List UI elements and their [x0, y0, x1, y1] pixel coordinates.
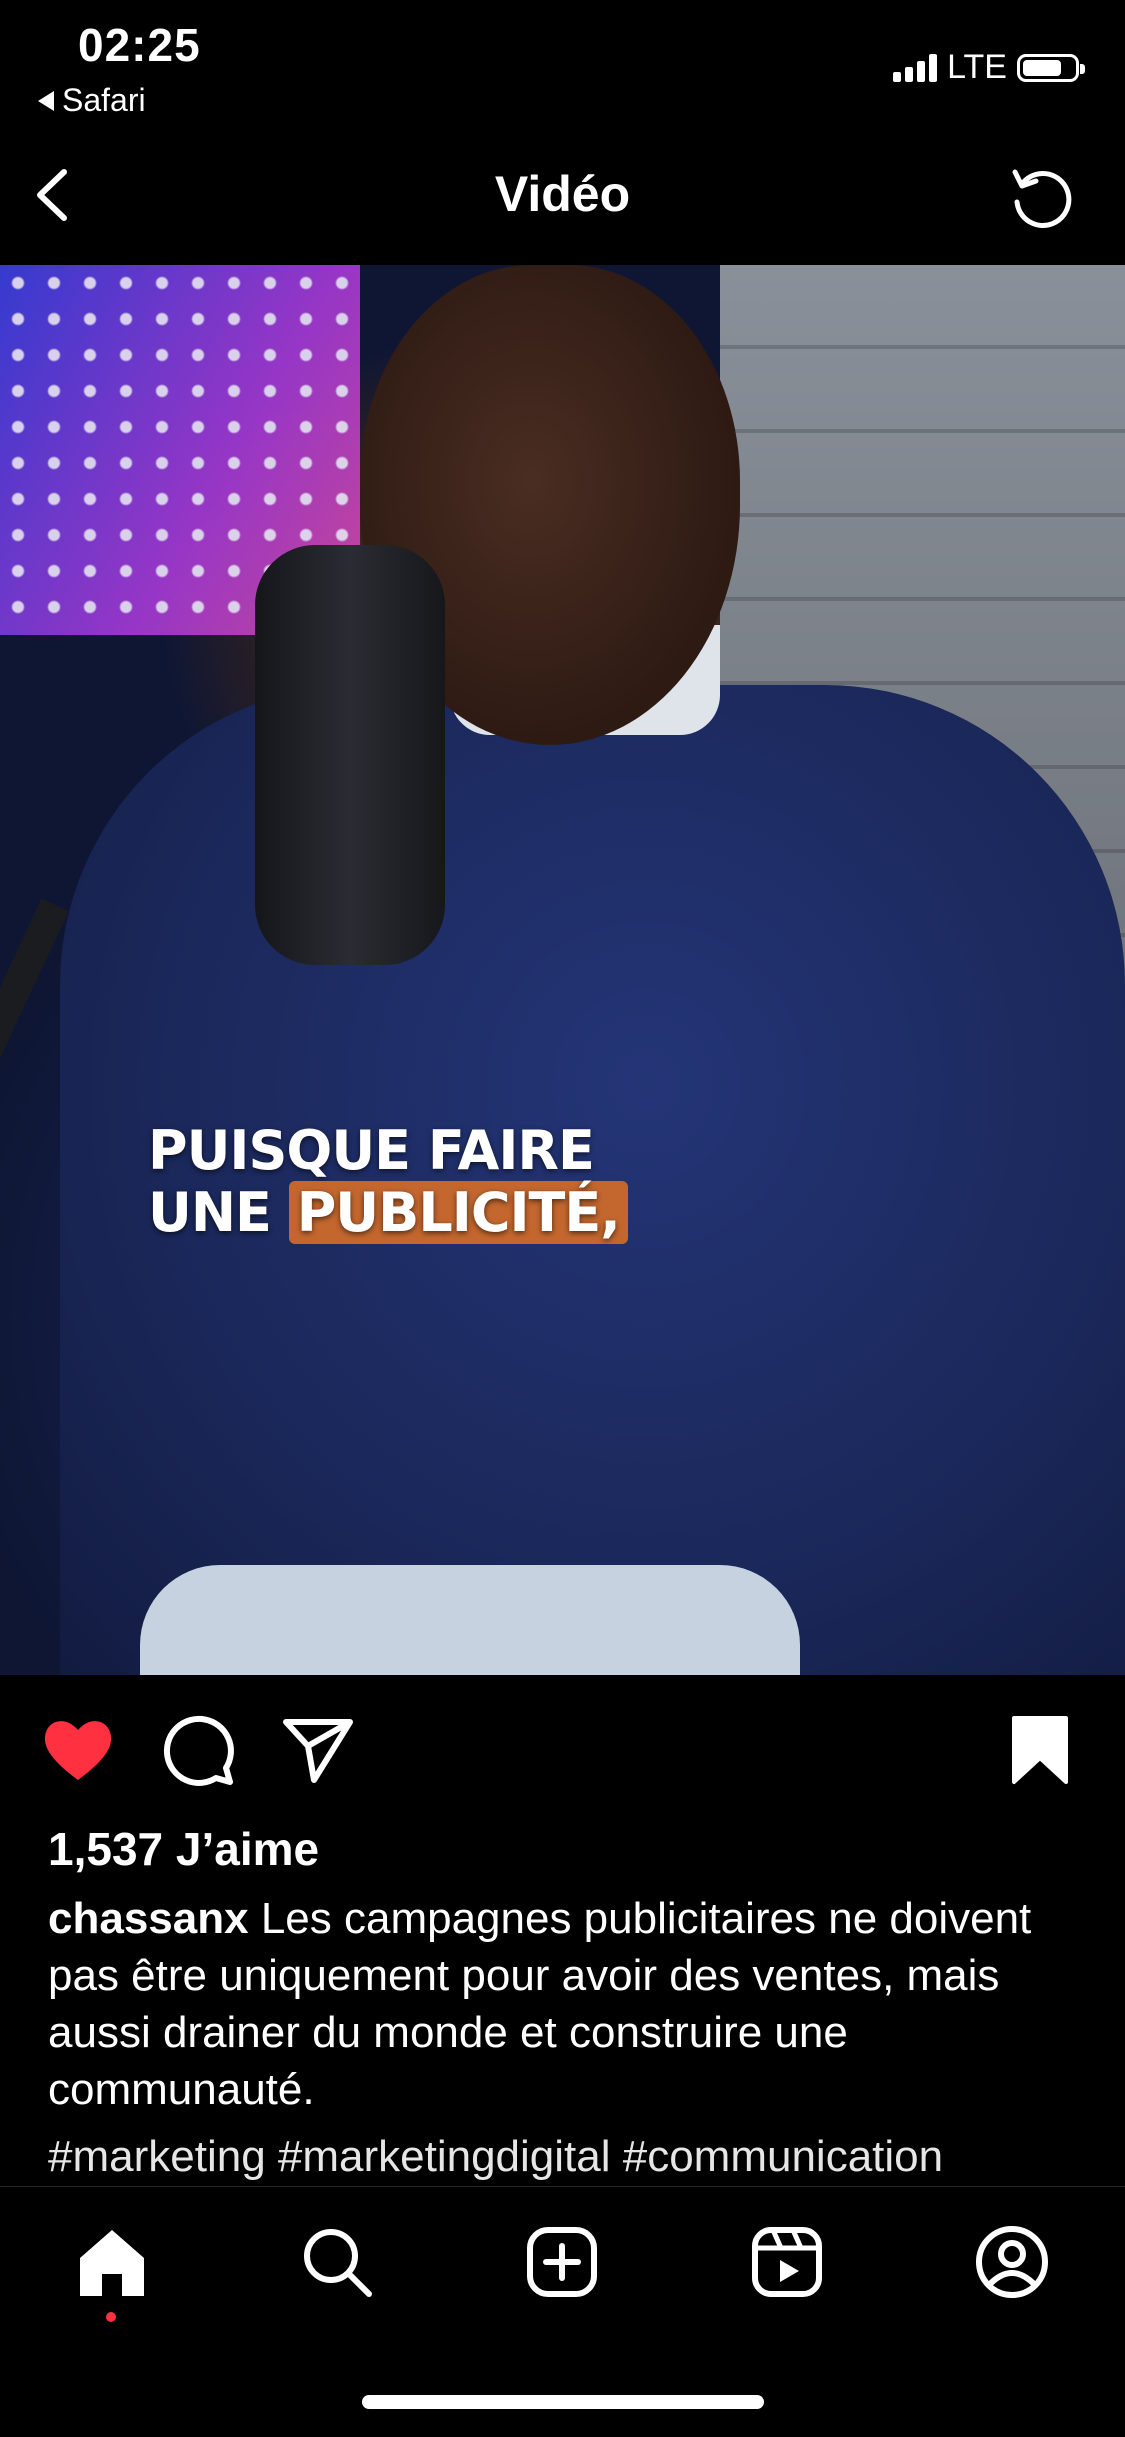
- network-label: LTE: [947, 48, 1007, 86]
- subtitle-line-2: UNE PUBLICITÉ,: [148, 1181, 628, 1244]
- caption-username[interactable]: chassanx: [48, 1894, 249, 1943]
- home-icon[interactable]: [72, 2222, 152, 2302]
- person-pants: [140, 1565, 800, 1675]
- mic-arm: [0, 898, 69, 1564]
- battery-icon: [1017, 53, 1085, 82]
- bookmark-filled-icon[interactable]: [1000, 1710, 1080, 1790]
- home-active-dot: [106, 2312, 116, 2322]
- video-player[interactable]: PUISQUE FAIRE UNE PUBLICITÉ,: [0, 265, 1125, 1675]
- post-caption: chassanx Les campagnes publicitaires ne …: [48, 1890, 1088, 2118]
- back-to-app-link[interactable]: Safari: [38, 82, 146, 119]
- signal-icon: [893, 53, 938, 82]
- refresh-icon[interactable]: [1005, 162, 1075, 232]
- heart-filled-icon[interactable]: [38, 1710, 118, 1790]
- status-time: 02:25: [78, 19, 201, 71]
- profile-icon[interactable]: [972, 2222, 1052, 2302]
- video-subtitle: PUISQUE FAIRE UNE PUBLICITÉ,: [148, 1120, 628, 1244]
- post-hashtags[interactable]: #marketing #marketingdigital #communicat…: [48, 2128, 943, 2185]
- back-triangle-icon: [38, 90, 54, 111]
- page-title: Vidéo: [494, 166, 631, 222]
- home-indicator[interactable]: [362, 2395, 764, 2409]
- comment-icon[interactable]: [158, 1710, 238, 1790]
- send-icon[interactable]: [278, 1710, 358, 1790]
- subtitle-line-1: PUISQUE FAIRE: [148, 1119, 595, 1182]
- back-app-label: Safari: [62, 82, 146, 118]
- subtitle-highlight: PUBLICITÉ,: [288, 1181, 628, 1244]
- reels-icon[interactable]: [747, 2222, 827, 2302]
- microphone: [255, 545, 445, 965]
- plus-square-icon[interactable]: [522, 2222, 602, 2302]
- likes-count[interactable]: 1,537 J’aime: [48, 1822, 319, 1876]
- subtitle-line-2-text: UNE: [148, 1181, 289, 1244]
- status-indicators: LTE: [893, 48, 1085, 87]
- search-icon[interactable]: [297, 2222, 377, 2302]
